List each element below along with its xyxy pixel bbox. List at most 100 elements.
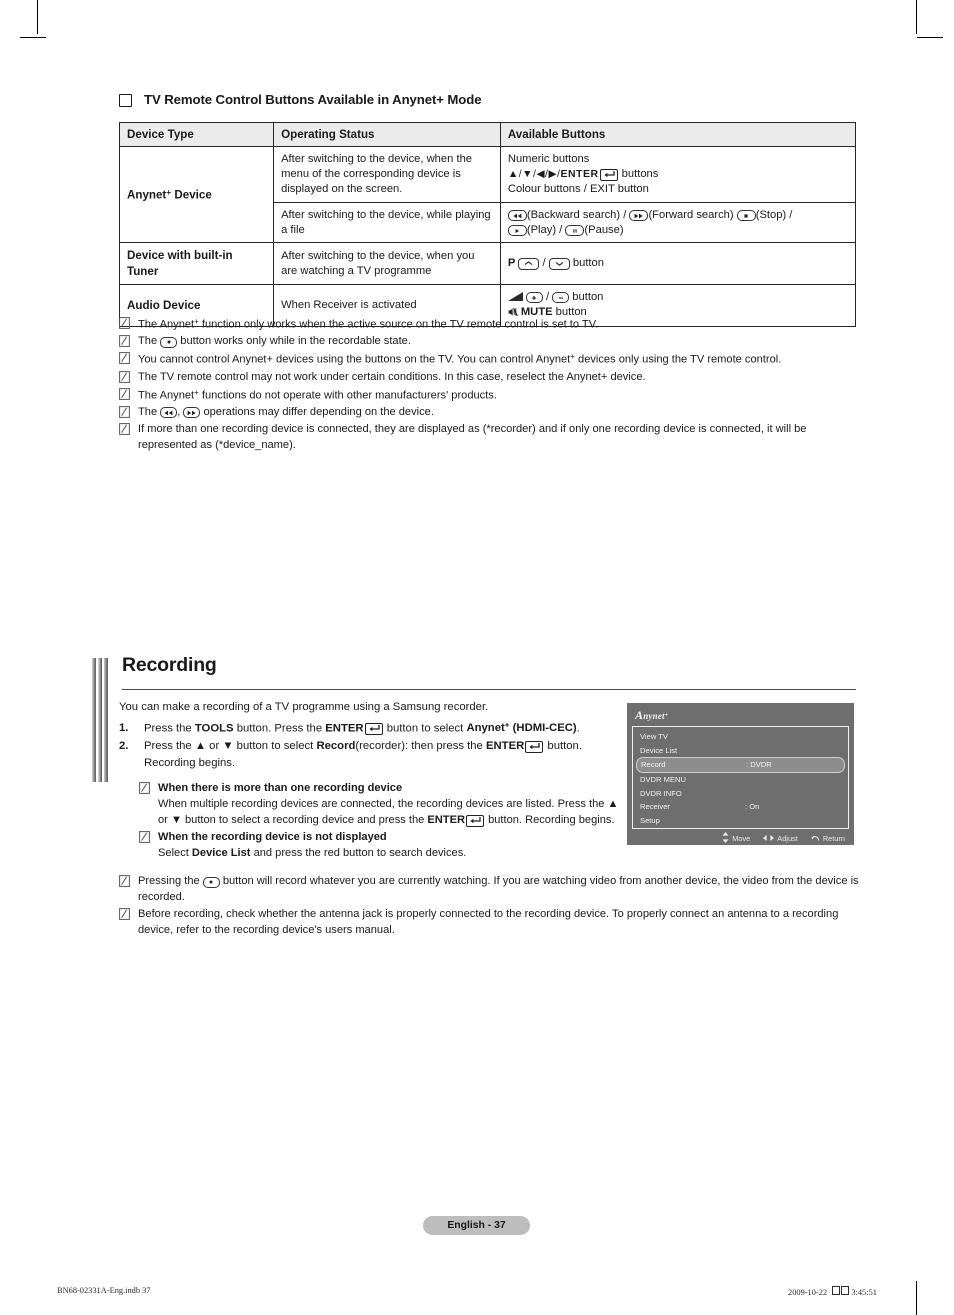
enter-key-icon xyxy=(364,722,383,735)
substep-text: When multiple recording devices are conn… xyxy=(158,798,619,827)
note-item: If more than one recording device is con… xyxy=(119,422,859,454)
table-row: Device with built-in Tuner After switchin… xyxy=(118,242,857,285)
step-number: 1. xyxy=(119,722,129,734)
osd-hint-label: Adjust xyxy=(777,834,798,843)
enter-key-icon xyxy=(465,814,484,827)
osd-item-record[interactable]: Record : DVDR xyxy=(636,757,845,773)
imprint-timestamp: 2009-10-22 3:45:51 xyxy=(788,1286,877,1297)
osd-item-view-tv[interactable]: View TV xyxy=(633,730,848,744)
remote-buttons-table: Device Type Operating Status Available B… xyxy=(118,121,857,328)
backward-search-key-icon xyxy=(507,210,527,222)
leftright-arrow-icon xyxy=(763,834,775,844)
substep-title: When there is more than one recording de… xyxy=(158,782,403,794)
enter-key-icon xyxy=(525,740,544,753)
cell-device-type-anynet: Anynet+ Device xyxy=(118,146,275,244)
cell-available-buttons: (Backward search) / (Forward search) (St… xyxy=(499,201,857,244)
note-pencil-icon xyxy=(119,352,130,365)
osd-hint-adjust: Adjust xyxy=(763,834,798,844)
note-text: The Anynet+ function only works when the… xyxy=(138,317,599,331)
note-item: You cannot control Anynet+ devices using… xyxy=(119,351,859,368)
note-item: Pressing the button will record whatever… xyxy=(119,874,859,906)
forward-search-key-icon xyxy=(183,407,201,419)
note-pencil-icon xyxy=(119,370,130,383)
section-heading: TV Remote Control Buttons Available in A… xyxy=(119,92,482,107)
step-text: Press the ▲ or ▼ button to select Record… xyxy=(144,740,582,769)
forward-search-key-icon xyxy=(629,210,649,222)
osd-hint-label: Return xyxy=(822,834,845,843)
osd-item-label: DVDR MENU xyxy=(640,775,686,785)
cell-operating-status: After switching to the device, when you … xyxy=(273,242,501,285)
channel-down-key-icon xyxy=(548,257,570,270)
substep-item: When there is more than one recording de… xyxy=(139,780,629,828)
document-page: TV Remote Control Buttons Available in A… xyxy=(0,0,954,1315)
substep-title: When the recording device is not display… xyxy=(158,831,387,844)
note-item: Before recording, check whether the ante… xyxy=(119,907,859,939)
updown-arrow-icon xyxy=(722,832,729,845)
notes-top: The Anynet+ function only works when the… xyxy=(119,316,859,455)
note-pencil-icon xyxy=(119,405,130,418)
volume-up-key-icon xyxy=(525,292,543,304)
imprint-time: 3:45:51 xyxy=(851,1288,877,1297)
note-text: The TV remote control may not work under… xyxy=(138,370,646,383)
note-pencil-icon xyxy=(119,908,130,920)
osd-item-dvdr-info[interactable]: DVDR INFO xyxy=(633,786,848,800)
cell-device-type-tuner: Device with built-in Tuner xyxy=(118,242,275,285)
osd-footer-hints: Move Adjust Return xyxy=(632,829,849,848)
chapter-rule xyxy=(122,689,856,691)
step-item: 2. Press the ▲ or ▼ button to select Rec… xyxy=(119,738,624,771)
osd-hint-label: Move xyxy=(732,834,751,843)
note-text: The , operations may differ depending on… xyxy=(138,405,434,419)
step-text: Press the TOOLS button. Press the ENTER … xyxy=(144,721,580,735)
volume-down-key-icon xyxy=(552,292,570,304)
note-pencil-icon xyxy=(119,387,130,400)
step-item: 1. Press the TOOLS button. Press the ENT… xyxy=(119,720,624,737)
return-arrow-icon xyxy=(811,833,820,844)
channel-up-key-icon xyxy=(518,257,540,270)
note-item: The TV remote control may not work under… xyxy=(119,370,859,386)
cell-available-buttons: Numeric buttons ▲/▼/◀/▶/ENTER buttons Co… xyxy=(499,146,857,203)
record-key-icon xyxy=(202,876,220,888)
enter-key-icon xyxy=(599,168,618,181)
osd-item-dvdr-menu[interactable]: DVDR MENU xyxy=(633,773,848,787)
osd-item-receiver[interactable]: Receiver : On xyxy=(633,800,848,814)
osd-menu-list: View TV Device List Record : DVDR DVDR M… xyxy=(632,726,849,829)
pause-key-icon xyxy=(565,225,585,236)
volume-level-icon xyxy=(507,291,523,301)
note-pencil-icon xyxy=(119,875,130,887)
recording-substeps: When there is more than one recording de… xyxy=(139,780,629,862)
table-header-device-type: Device Type xyxy=(118,121,275,148)
recording-intro-text: You can make a recording of a TV program… xyxy=(119,701,489,713)
checkbox-bullet-icon xyxy=(119,94,132,107)
note-text: The Anynet+ functions do not operate wit… xyxy=(138,387,497,401)
osd-item-label: Device List xyxy=(640,745,678,755)
osd-item-value: : On xyxy=(745,802,760,812)
recording-steps: 1. Press the TOOLS button. Press the ENT… xyxy=(119,720,624,772)
note-item: The , operations may differ depending on… xyxy=(119,405,859,421)
note-text: If more than one recording device is con… xyxy=(138,422,807,451)
osd-brand-logo: Anynet+ xyxy=(635,708,669,722)
step-number: 2. xyxy=(119,740,129,752)
note-text: Before recording, check whether the ante… xyxy=(138,907,839,936)
note-item: The Anynet+ functions do not operate wit… xyxy=(119,387,859,404)
missing-glyph-box-icon xyxy=(840,1286,849,1295)
chapter-title: Recording xyxy=(122,654,217,676)
note-pencil-icon xyxy=(139,782,150,794)
table-row: Anynet+ Device After switching to the de… xyxy=(118,146,857,244)
table-header-operating-status: Operating Status xyxy=(273,121,501,148)
stop-key-icon xyxy=(736,210,756,222)
table-header-row: Device Type Operating Status Available B… xyxy=(118,121,857,148)
imprint-date: 2009-10-22 xyxy=(788,1288,828,1297)
note-pencil-icon xyxy=(119,335,130,348)
osd-item-label: Receiver xyxy=(640,802,670,812)
note-text: The button works only while in the recor… xyxy=(138,335,411,348)
play-key-icon xyxy=(507,225,527,236)
note-item: The Anynet+ function only works when the… xyxy=(119,316,859,333)
osd-hint-move: Move xyxy=(722,832,750,845)
osd-item-setup[interactable]: Setup xyxy=(633,814,848,828)
chapter-bar-decoration xyxy=(92,658,108,782)
imprint-filename: BN68-02331A-Eng.indb 37 xyxy=(57,1286,151,1295)
osd-hint-return: Return xyxy=(811,833,845,844)
osd-item-value: : DVDR xyxy=(746,760,772,770)
record-key-icon xyxy=(160,336,178,348)
osd-item-device-list[interactable]: Device List xyxy=(633,744,848,758)
